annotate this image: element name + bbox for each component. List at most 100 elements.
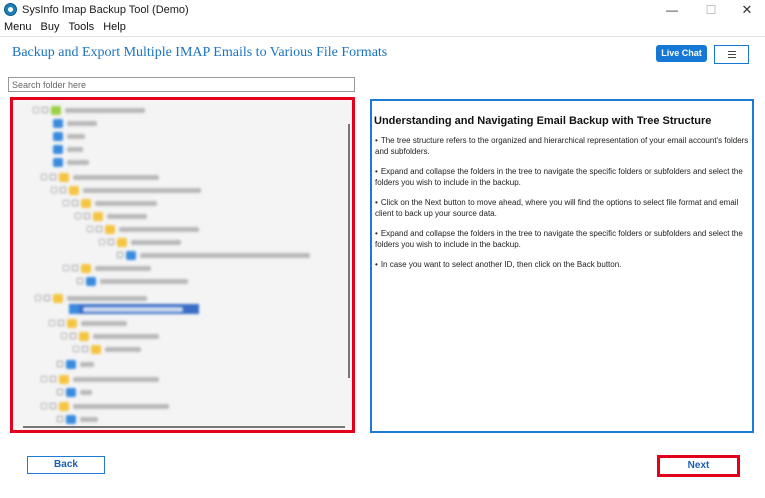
- tree-node-label: [100, 278, 188, 284]
- tree-node-label: [83, 306, 183, 312]
- tree-node[interactable]: [117, 250, 310, 260]
- expand-icon[interactable]: [51, 187, 57, 193]
- tree-node[interactable]: [53, 157, 89, 167]
- mail-folder-icon: [53, 144, 63, 154]
- checkbox[interactable]: [42, 107, 48, 113]
- tree-node[interactable]: [75, 211, 147, 221]
- tree-node[interactable]: [57, 414, 98, 424]
- tree-node[interactable]: [57, 359, 94, 369]
- tree-node-label: [73, 174, 159, 180]
- tree-node[interactable]: [73, 344, 141, 354]
- hamburger-menu-button[interactable]: [714, 45, 749, 64]
- tree-node[interactable]: [41, 401, 169, 411]
- tree-node[interactable]: [63, 198, 157, 208]
- menu-item-buy[interactable]: Buy: [37, 20, 65, 36]
- tree-node[interactable]: [87, 224, 199, 234]
- bullet-icon: •: [375, 167, 378, 176]
- tree-vertical-scrollbar[interactable]: [348, 124, 350, 378]
- menu-item-menu[interactable]: Menu: [0, 20, 37, 36]
- checkbox[interactable]: [77, 278, 83, 284]
- checkbox[interactable]: [117, 252, 123, 258]
- tree-node-label: [80, 361, 94, 367]
- expand-icon[interactable]: [99, 239, 105, 245]
- folder-icon: [59, 374, 69, 384]
- tree-node-label: [65, 107, 145, 113]
- expand-icon[interactable]: [49, 320, 55, 326]
- bullet-icon: •: [375, 260, 378, 269]
- checkbox[interactable]: [50, 174, 56, 180]
- tree-node[interactable]: [49, 318, 127, 328]
- menu-bar: Menu Buy Tools Help: [0, 20, 765, 36]
- info-item: • Click on the Next button to move ahead,…: [374, 197, 749, 219]
- info-item: • The tree structure refers to the organi…: [374, 135, 749, 157]
- tree-node-label: [73, 403, 169, 409]
- tree-node[interactable]: [51, 185, 201, 195]
- tree-node-label: [95, 200, 157, 206]
- tree-node-label: [67, 146, 83, 152]
- close-icon[interactable]: ✕: [738, 2, 756, 18]
- folder-icon: [117, 237, 127, 247]
- tree-node[interactable]: [57, 387, 92, 397]
- expand-icon[interactable]: [61, 333, 67, 339]
- tree-node-selected[interactable]: [69, 304, 199, 314]
- checkbox[interactable]: [96, 226, 102, 232]
- expand-icon[interactable]: [35, 295, 41, 301]
- checkbox[interactable]: [84, 213, 90, 219]
- expand-icon[interactable]: [63, 265, 69, 271]
- search-folder-input[interactable]: [8, 77, 355, 92]
- tree-node[interactable]: [53, 131, 85, 141]
- expand-icon[interactable]: [41, 403, 47, 409]
- tree-node[interactable]: [99, 237, 181, 247]
- expand-icon[interactable]: [75, 213, 81, 219]
- checkbox[interactable]: [108, 239, 114, 245]
- tree-node-label: [107, 213, 147, 219]
- tree-node[interactable]: [61, 331, 159, 341]
- tree-node[interactable]: [41, 172, 159, 182]
- menu-item-tools[interactable]: Tools: [65, 20, 100, 36]
- expand-icon[interactable]: [73, 346, 79, 352]
- folder-tree: [13, 100, 345, 424]
- tree-node-label: [140, 252, 310, 258]
- checkbox[interactable]: [60, 187, 66, 193]
- checkbox[interactable]: [70, 333, 76, 339]
- tree-node-label: [119, 226, 199, 232]
- mail-folder-icon: [53, 131, 63, 141]
- folder-icon: [67, 318, 77, 328]
- checkbox[interactable]: [57, 361, 63, 367]
- back-button[interactable]: Back: [27, 456, 105, 474]
- tree-node[interactable]: [53, 118, 97, 128]
- tree-horizontal-scrollbar[interactable]: [23, 426, 345, 428]
- checkbox[interactable]: [72, 265, 78, 271]
- window-title: SysInfo Imap Backup Tool (Demo): [22, 4, 189, 16]
- expand-icon[interactable]: [63, 200, 69, 206]
- tree-node[interactable]: [63, 263, 151, 273]
- tree-node-label: [67, 295, 147, 301]
- live-chat-button[interactable]: Live Chat: [656, 45, 707, 62]
- tree-node-label: [73, 376, 159, 382]
- checkbox[interactable]: [58, 320, 64, 326]
- checkbox[interactable]: [50, 403, 56, 409]
- expand-icon[interactable]: [33, 107, 39, 113]
- tree-node[interactable]: [41, 374, 159, 384]
- menu-icon-line: [728, 54, 736, 55]
- expand-icon[interactable]: [87, 226, 93, 232]
- minimize-icon[interactable]: —: [663, 2, 681, 18]
- next-button[interactable]: Next: [662, 458, 735, 474]
- expand-icon[interactable]: [41, 174, 47, 180]
- expand-icon[interactable]: [41, 376, 47, 382]
- checkbox[interactable]: [82, 346, 88, 352]
- tree-node[interactable]: [33, 105, 145, 115]
- checkbox[interactable]: [50, 376, 56, 382]
- tree-node[interactable]: [35, 293, 147, 303]
- checkbox[interactable]: [44, 295, 50, 301]
- menu-item-help[interactable]: Help: [99, 20, 131, 36]
- tree-node[interactable]: [53, 144, 83, 154]
- account-icon: [51, 105, 61, 115]
- checkbox[interactable]: [57, 416, 63, 422]
- mail-folder-icon: [126, 250, 136, 260]
- checkbox[interactable]: [72, 200, 78, 206]
- checkbox[interactable]: [57, 389, 63, 395]
- maximize-icon[interactable]: ☐: [702, 2, 720, 18]
- info-item: • Expand and collapse the folders in the …: [374, 166, 749, 188]
- tree-node[interactable]: [77, 276, 188, 286]
